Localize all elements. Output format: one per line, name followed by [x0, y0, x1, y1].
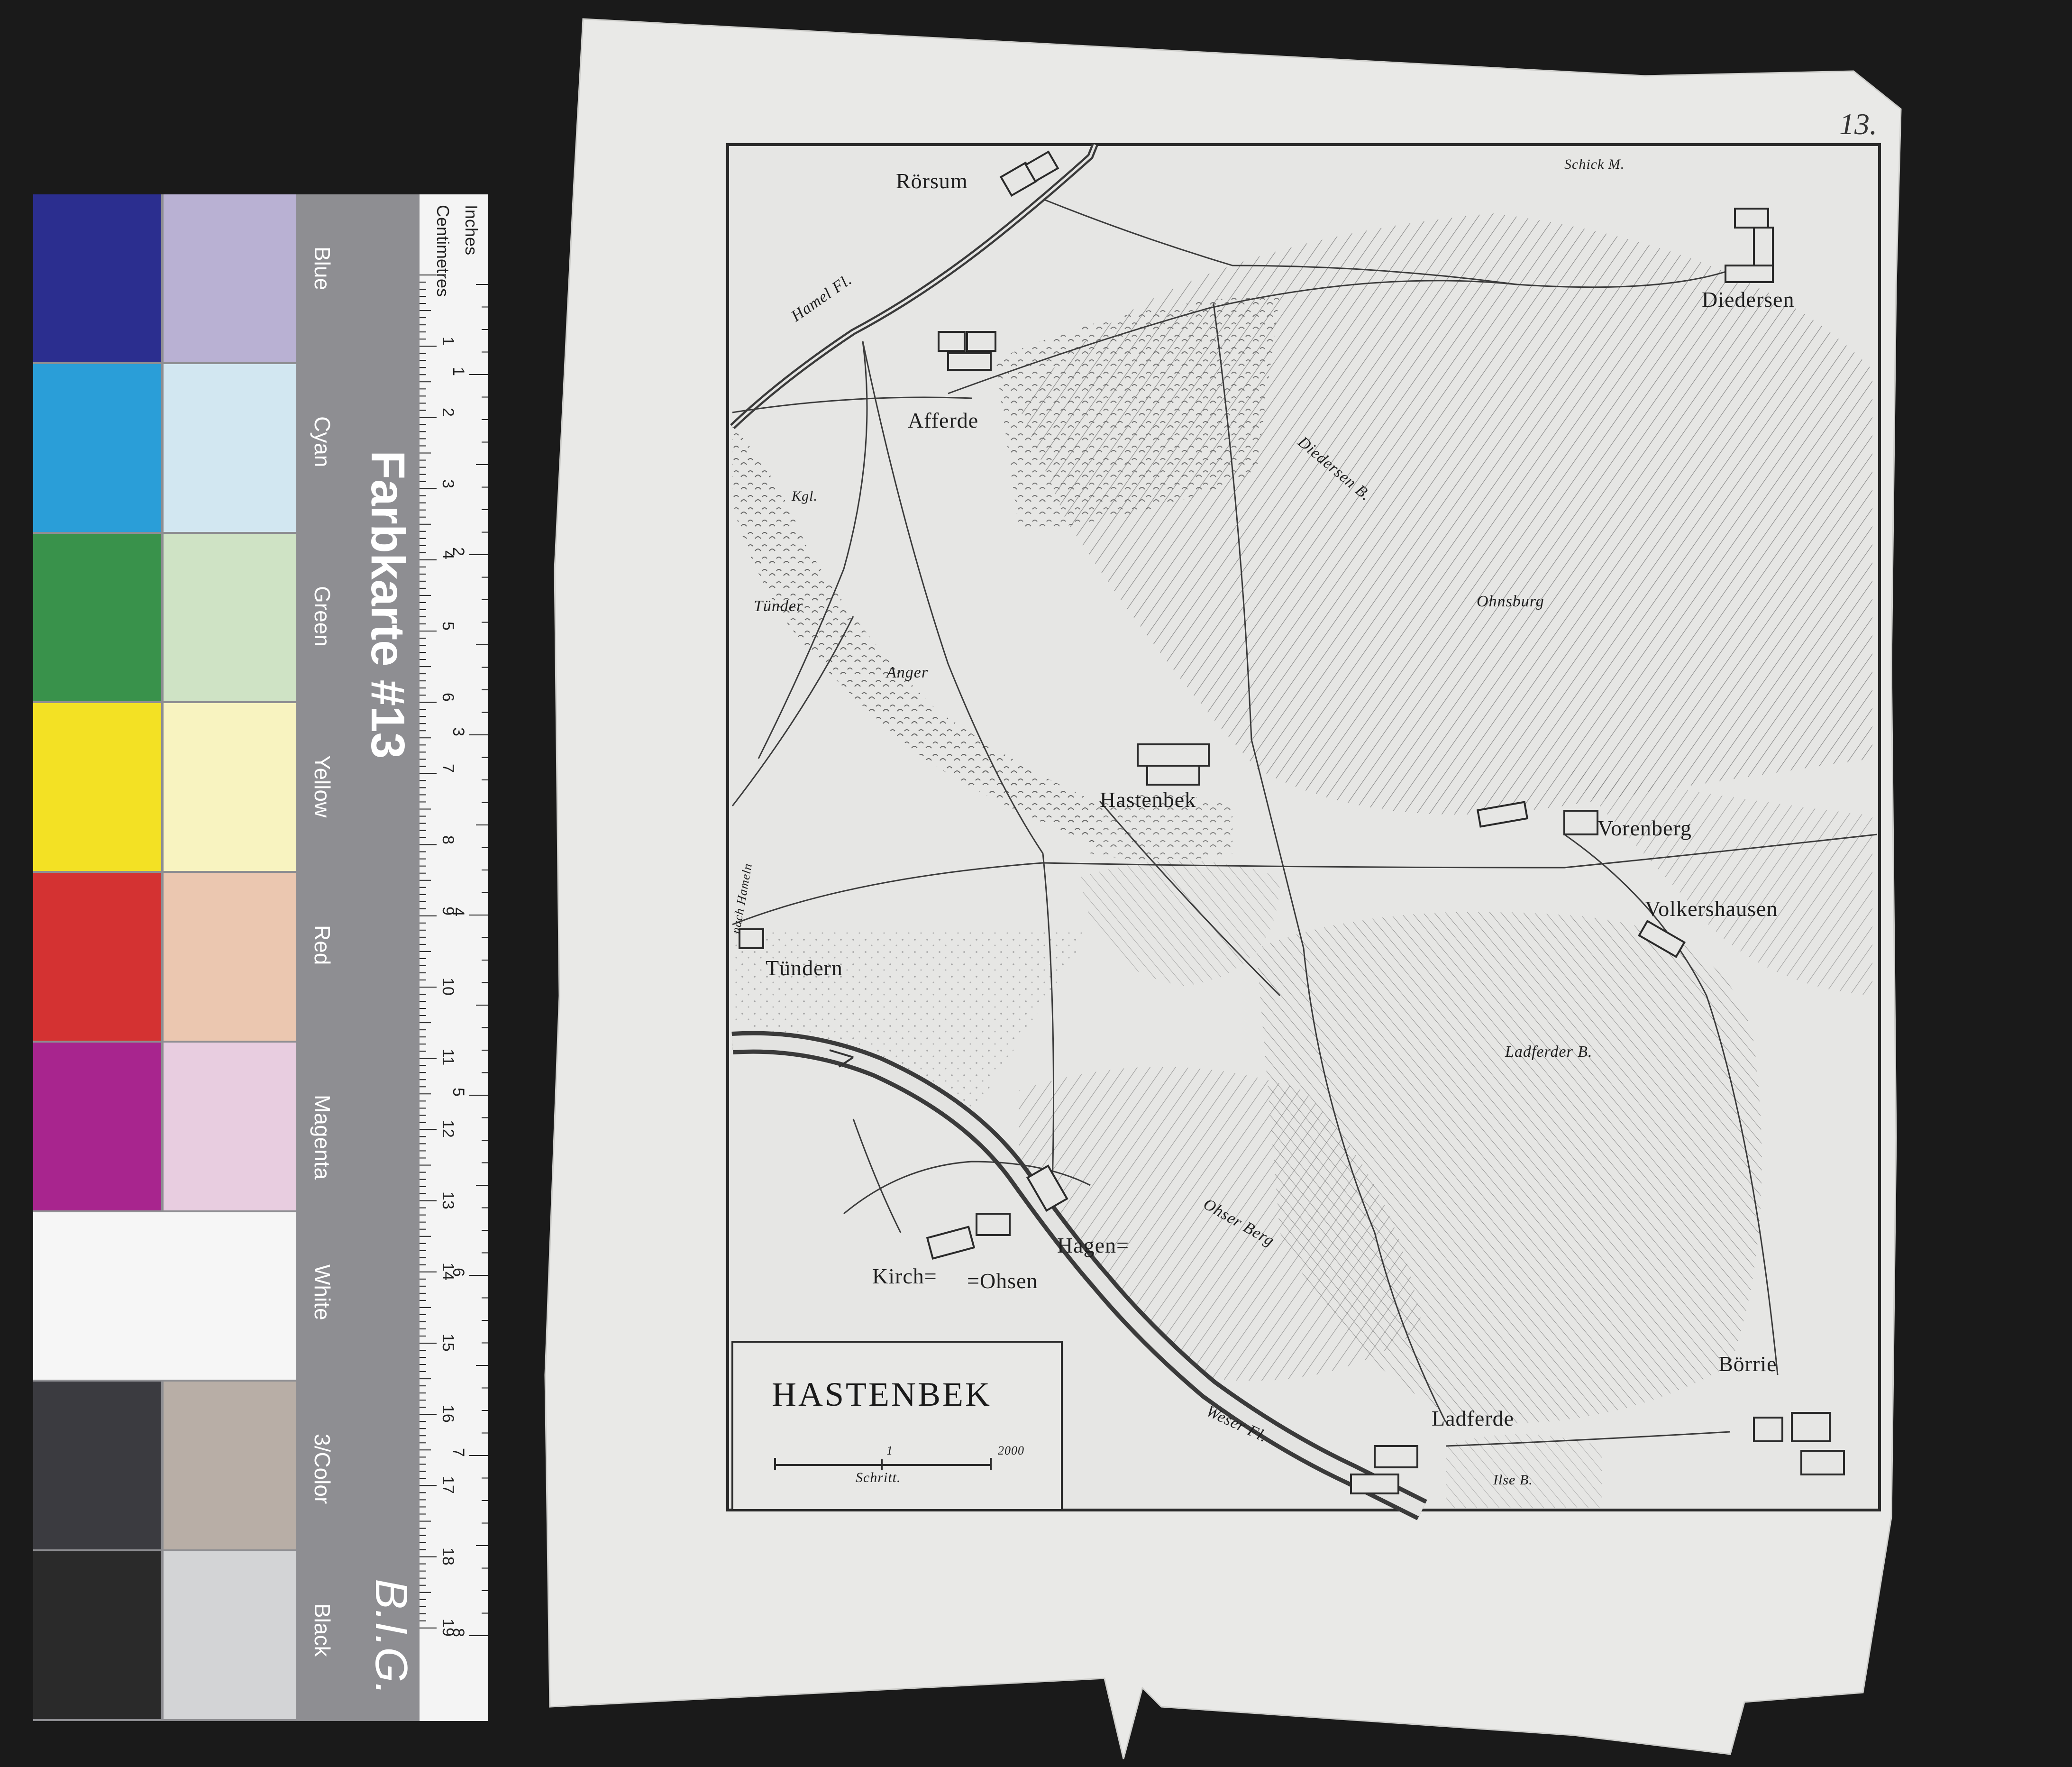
label-ilse-berg: Ilse B. [1493, 1472, 1533, 1488]
place-diedersen: Diedersen [1702, 287, 1795, 311]
place-ladferde: Ladferde [1432, 1406, 1514, 1430]
place-kirch-ohsen: Kirch= [872, 1264, 937, 1288]
scale-mark-2000: 2000 [998, 1444, 1024, 1457]
place-tuendern: Tündern [766, 956, 843, 980]
scan-scene: Blue Cyan Green Yellow Red Magenta White 3/Colo… [0, 0, 2072, 1767]
label-kgl: Kgl. [792, 488, 818, 504]
label-ladferder-berg: Ladferder B. [1505, 1043, 1593, 1061]
label-anger: Anger [886, 664, 929, 681]
place-vorenberg: Vorenberg [1597, 816, 1692, 840]
place-hastenbek: Hastenbek [1100, 787, 1196, 812]
place-ohsen-suffix: =Ohsen [967, 1269, 1038, 1293]
label-tuender: Tünder [754, 597, 803, 615]
place-volkershausen: Volkershausen [1645, 897, 1778, 921]
map-title: HASTENBEK [772, 1375, 992, 1413]
scale-mark-1: 1 [886, 1444, 893, 1457]
place-roersum: Rörsum [896, 169, 968, 193]
place-schick-muehle: Schick M. [1564, 156, 1625, 172]
map-sheet [544, 18, 1902, 1759]
place-afferde: Afferde [908, 408, 979, 432]
page-number: 13. [1839, 107, 1877, 141]
label-ohnsburg: Ohnsburg [1477, 593, 1544, 610]
scale-unit-label: Schritt. [856, 1470, 901, 1485]
place-boerrie: Börrie [1718, 1352, 1777, 1376]
place-hagen-ohsen: Hagen= [1057, 1233, 1129, 1257]
